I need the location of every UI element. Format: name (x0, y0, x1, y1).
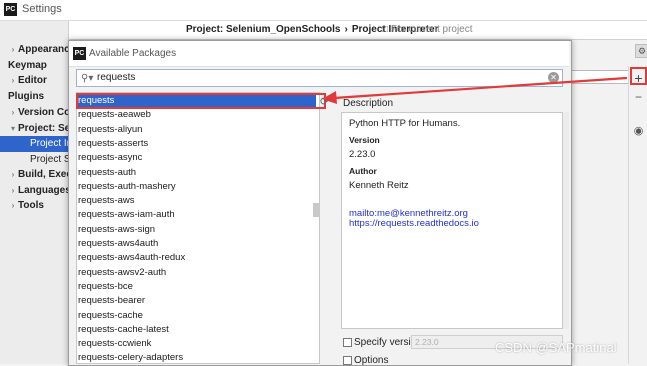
package-row[interactable]: requests-async (77, 151, 316, 165)
sidebar-item[interactable]: ›Appearance & Behavior (0, 42, 68, 58)
package-row[interactable]: requests-aeaweb (77, 108, 316, 122)
sidebar-item[interactable]: Project Structure (0, 152, 68, 168)
settings-titlebar: PC Settings (0, 0, 647, 21)
pycharm-logo-icon: PC (73, 47, 86, 60)
scope-label: □ For current project (382, 24, 473, 35)
package-row[interactable]: requests-aws4auth (77, 237, 316, 251)
specify-version-checkbox[interactable] (343, 338, 352, 347)
package-row[interactable]: requests-cache-latest (77, 323, 316, 337)
package-row[interactable]: requests-aws-iam-auth (77, 208, 316, 222)
breadcrumb-separator: › (344, 24, 348, 35)
chevron-down-icon: ▾ (10, 124, 15, 133)
annotation-arrow-line (333, 76, 628, 100)
package-row[interactable]: requests-aws (77, 194, 316, 208)
add-package-button[interactable]: + (630, 67, 647, 86)
description-scrollbar[interactable] (563, 112, 569, 329)
sidebar-item-label: Keymap (8, 60, 47, 71)
package-row[interactable]: requests-auth-mashery (77, 180, 316, 194)
version-value: 2.23.0 (349, 149, 376, 160)
sidebar-item-label: Plugins (8, 91, 45, 102)
author-value: Kenneth Reitz (349, 180, 409, 191)
sidebar-item-label: Project Structure (30, 154, 68, 165)
eye-icon[interactable]: ◉ (630, 124, 647, 138)
breadcrumb-project: Project: Selenium_OpenSchools (186, 24, 341, 35)
sidebar-item[interactable]: › Tools (0, 198, 68, 214)
settings-title: Settings (22, 3, 62, 15)
description-summary: Python HTTP for Humans. (349, 118, 461, 129)
sidebar-item-label: Project: Selenium_OpenSchools (18, 123, 68, 134)
package-row[interactable]: requests-aws-sign (77, 223, 316, 237)
search-icon: ⚲▾ (81, 73, 94, 84)
chevron-right-icon: › (11, 108, 15, 117)
chevron-right-icon: › (11, 170, 15, 179)
sidebar-item[interactable]: ›Version Control (0, 105, 68, 121)
annotation-arrow-head (322, 91, 337, 104)
package-toolbar (628, 66, 647, 364)
dialog-title: Available Packages (89, 48, 177, 59)
sidebar-item-label: Version Control (18, 107, 68, 118)
sidebar-item-label: Appearance & Behavior (18, 44, 68, 55)
sidebar-item[interactable]: ▾Project: Selenium_OpenSchools (0, 121, 68, 137)
homepage-link[interactable]: https://requests.readthedocs.io (349, 218, 479, 229)
gear-icon[interactable]: ⚙ (635, 44, 647, 58)
package-search-value[interactable]: requests (97, 72, 135, 83)
chevron-right-icon: › (11, 186, 15, 195)
version-heading: Version (349, 135, 380, 145)
chevron-right-icon: › (11, 201, 15, 210)
options-label: Options (354, 355, 389, 366)
package-row[interactable]: requests-auth (77, 166, 316, 180)
sidebar-item[interactable]: Keymap (0, 58, 68, 74)
package-row[interactable]: requests-awsv2-auth (77, 266, 316, 280)
sidebar-item-label: Tools (18, 200, 44, 211)
scope-text: For current project (390, 24, 473, 35)
sidebar-item[interactable]: ›Build, Execution, Deployment (0, 167, 68, 183)
package-row[interactable]: requests-cache (77, 309, 316, 323)
package-row[interactable]: requests-aws4auth-redux (77, 251, 316, 265)
package-row[interactable]: requests-aliyun (77, 123, 316, 137)
annotation-highlight-box (76, 93, 326, 109)
package-row[interactable]: requests-bearer (77, 294, 316, 308)
package-row[interactable]: requests-bce (77, 280, 316, 294)
sidebar-item[interactable]: ›Languages & Frameworks (0, 183, 68, 199)
scope-icon: □ (382, 24, 389, 35)
package-row[interactable]: requests-asserts (77, 137, 316, 151)
chevron-right-icon: › (11, 45, 15, 54)
sidebar-item-label: Build, Execution, Deployment (18, 169, 68, 180)
package-row[interactable]: requests-ccwienk (77, 337, 316, 351)
package-row[interactable]: requests-celery-adapters (77, 351, 316, 365)
description-label: Description (343, 98, 394, 109)
sidebar-item-label: Editor (18, 75, 47, 86)
remove-package-button[interactable]: − (630, 90, 647, 104)
sidebar-item[interactable]: › Editor (0, 73, 68, 89)
pycharm-logo-icon: PC (4, 3, 17, 16)
watermark: CSDN @SAPmatinal (495, 340, 617, 355)
sidebar-item-label: Project Interpreter (30, 138, 68, 149)
sidebar-item[interactable]: Plugins (0, 89, 68, 105)
package-list-scrollbar[interactable] (313, 203, 319, 217)
sidebar-item-label: Languages & Frameworks (18, 185, 68, 196)
author-heading: Author (349, 166, 377, 176)
chevron-right-icon: › (11, 76, 15, 85)
sidebar-item[interactable]: Project Interpreter (0, 136, 68, 152)
